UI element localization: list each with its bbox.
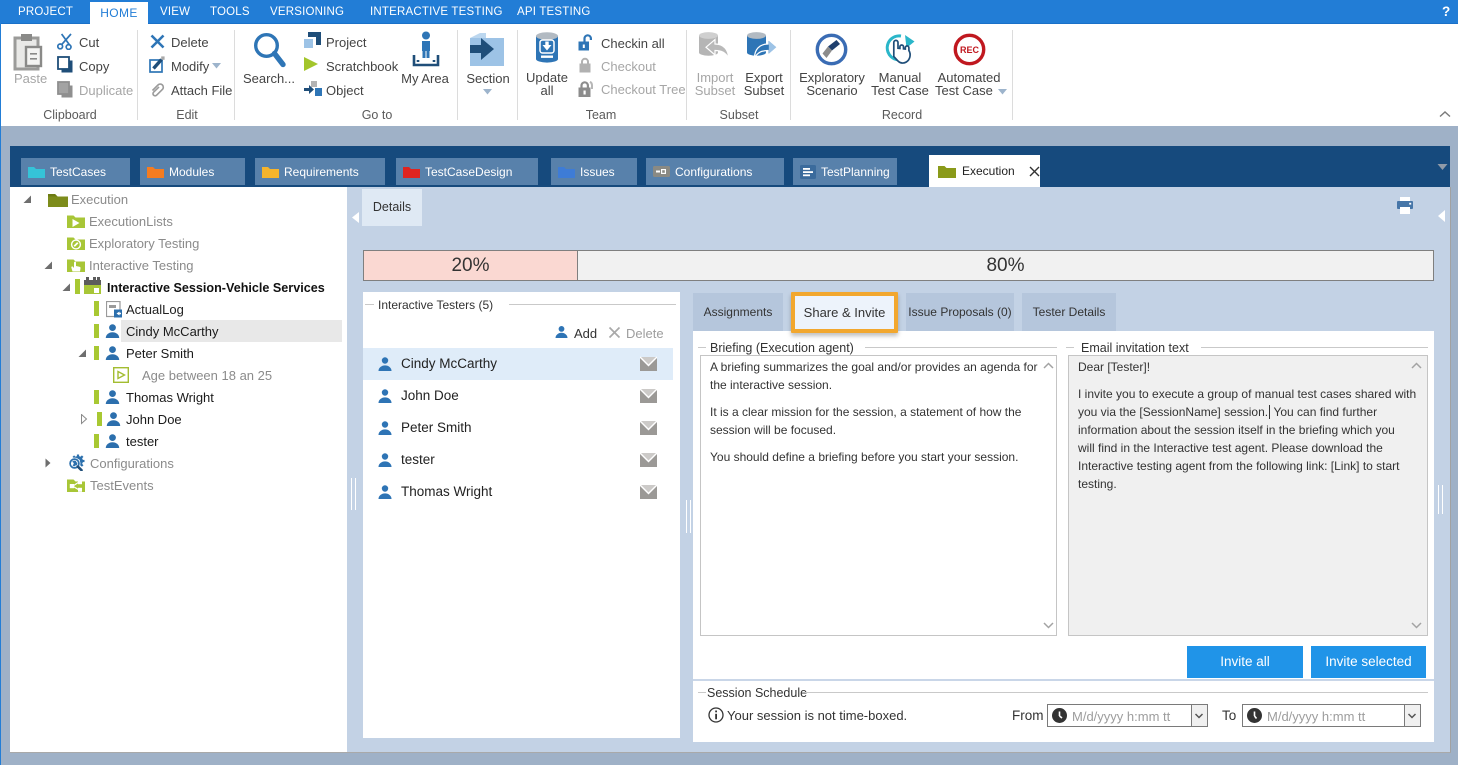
svg-text:REC: REC: [960, 45, 980, 55]
